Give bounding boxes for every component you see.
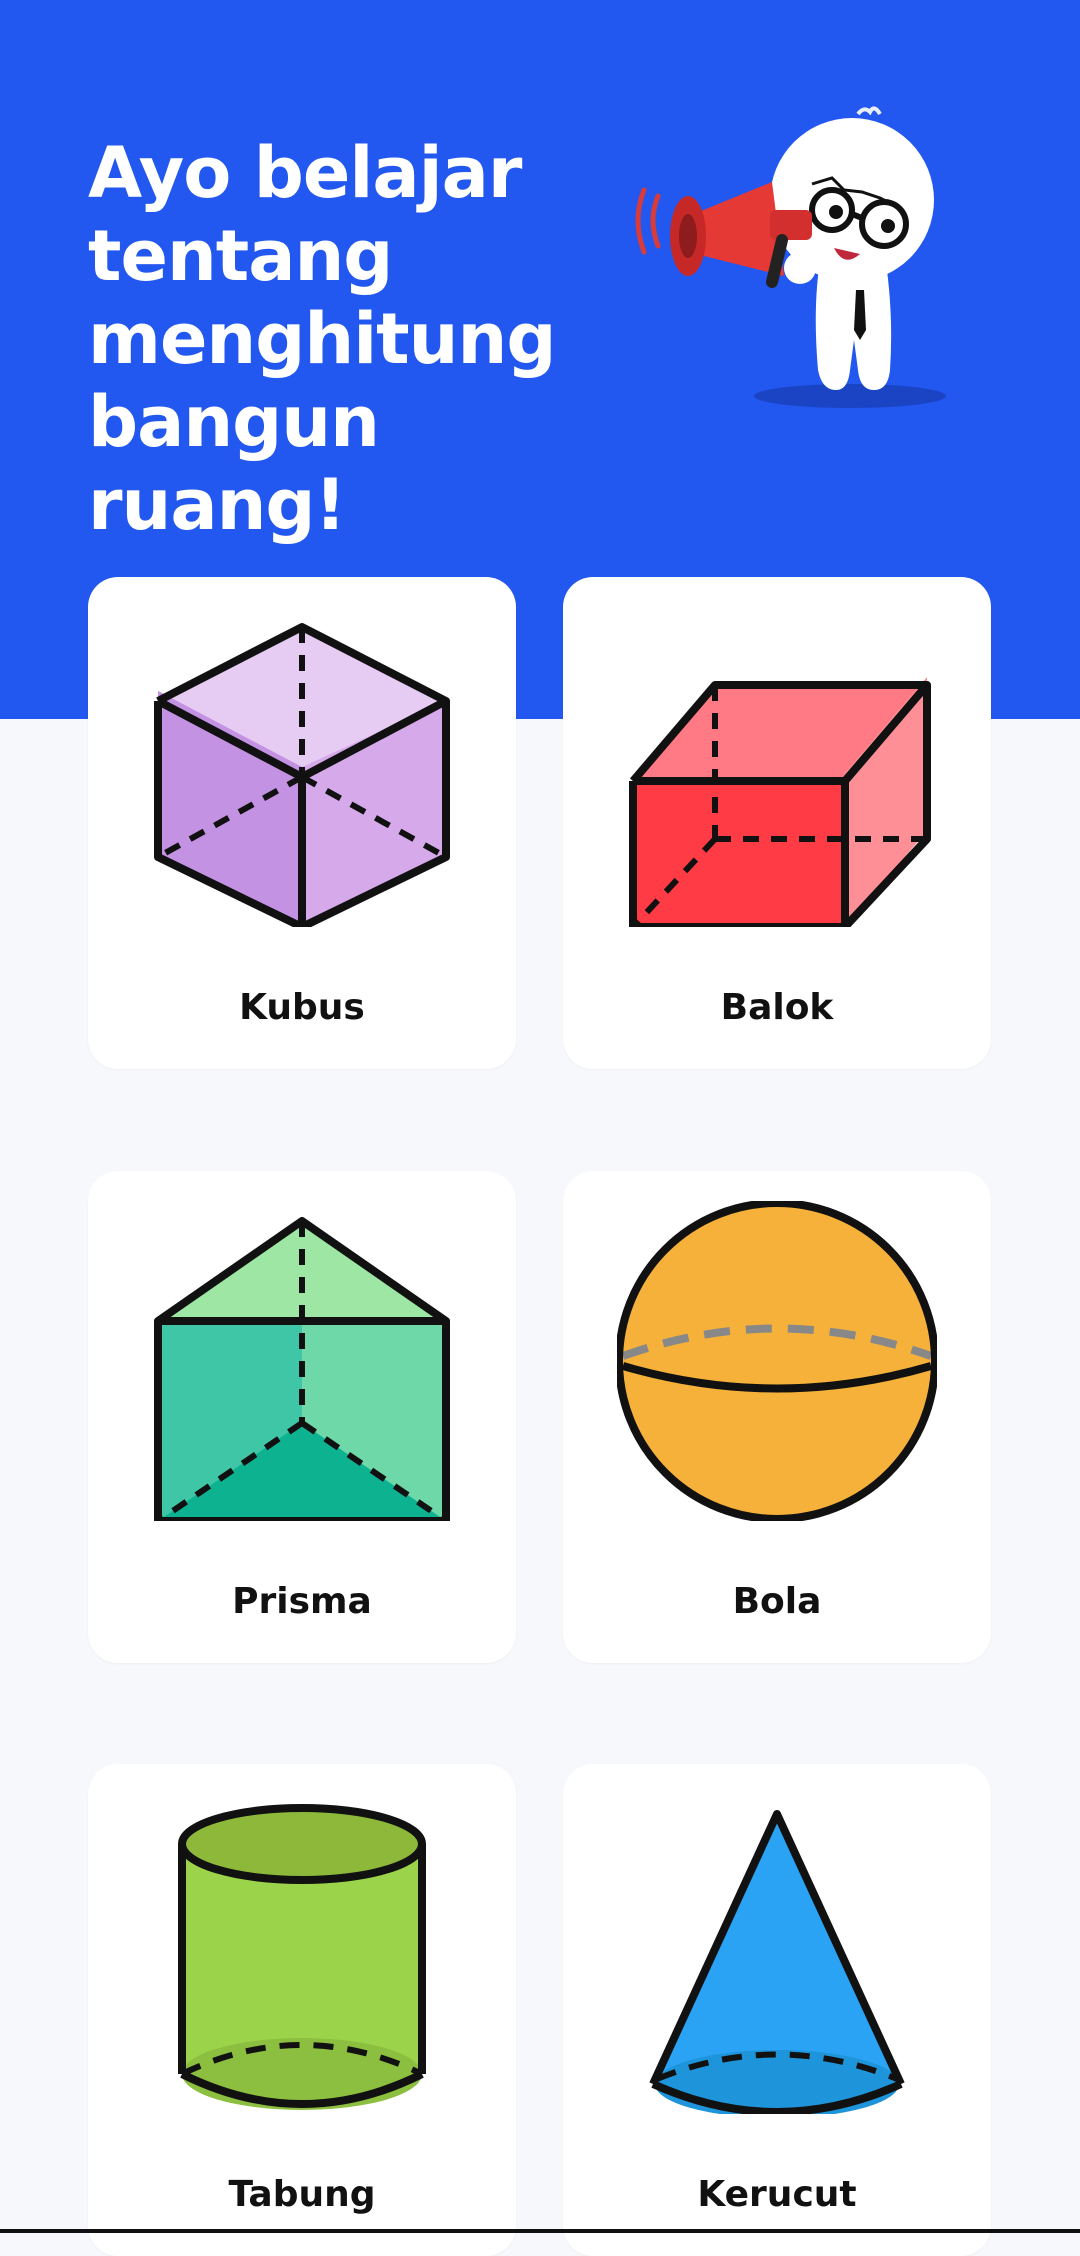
shape-card-kerucut[interactable]: Kerucut <box>563 1764 991 2256</box>
cube-icon <box>154 623 450 927</box>
mascot-megaphone-icon <box>635 106 946 408</box>
sphere-icon <box>617 1201 937 1521</box>
shape-label: Tabung <box>228 2174 376 2215</box>
screen-bottom-edge <box>0 2229 1080 2233</box>
shape-card-balok[interactable]: Balok <box>563 577 991 1069</box>
cuboid-icon <box>629 677 931 927</box>
cone-icon <box>649 1810 905 2114</box>
shape-label: Balok <box>720 987 834 1028</box>
prism-icon <box>154 1217 450 1521</box>
shape-label: Kubus <box>239 987 365 1028</box>
shape-card-kubus[interactable]: Kubus <box>88 577 516 1069</box>
shape-card-tabung[interactable]: Tabung <box>88 1764 516 2256</box>
shape-label: Prisma <box>232 1581 372 1622</box>
hero-title: Ayo belajar tentang menghitung bangun ru… <box>88 132 556 546</box>
shape-label: Bola <box>732 1581 822 1622</box>
shape-label: Kerucut <box>697 2174 857 2215</box>
shape-card-bola[interactable]: Bola <box>563 1171 991 1663</box>
cylinder-icon <box>178 1804 426 2110</box>
shape-card-prisma[interactable]: Prisma <box>88 1171 516 1663</box>
